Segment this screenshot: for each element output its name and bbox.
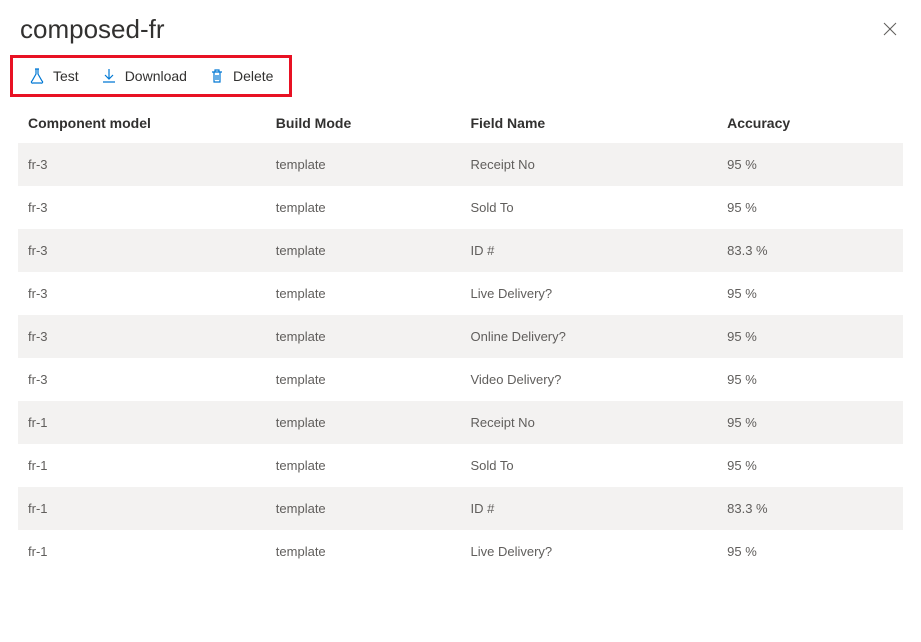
cell-component-model: fr-3 — [18, 143, 266, 186]
cell-accuracy: 95 % — [717, 272, 903, 315]
flask-icon — [29, 68, 45, 84]
panel-header: composed-fr — [0, 0, 921, 55]
close-button[interactable] — [879, 17, 901, 43]
cell-component-model: fr-3 — [18, 272, 266, 315]
cell-field-name: ID # — [460, 229, 717, 272]
download-button[interactable]: Download — [101, 68, 187, 84]
table-row[interactable]: fr-1templateReceipt No95 % — [18, 401, 903, 444]
cell-accuracy: 95 % — [717, 401, 903, 444]
cell-field-name: Live Delivery? — [460, 530, 717, 573]
delete-button[interactable]: Delete — [209, 68, 273, 84]
table-row[interactable]: fr-3templateOnline Delivery?95 % — [18, 315, 903, 358]
cell-accuracy: 95 % — [717, 186, 903, 229]
cell-build-mode: template — [266, 358, 461, 401]
table-row[interactable]: fr-3templateID #83.3 % — [18, 229, 903, 272]
cell-accuracy: 95 % — [717, 530, 903, 573]
cell-build-mode: template — [266, 444, 461, 487]
col-accuracy[interactable]: Accuracy — [717, 103, 903, 143]
cell-field-name: Live Delivery? — [460, 272, 717, 315]
cell-build-mode: template — [266, 143, 461, 186]
cell-component-model: fr-3 — [18, 229, 266, 272]
cell-component-model: fr-3 — [18, 186, 266, 229]
cell-build-mode: template — [266, 530, 461, 573]
delete-label: Delete — [233, 68, 273, 84]
cell-component-model: fr-1 — [18, 401, 266, 444]
cell-field-name: Online Delivery? — [460, 315, 717, 358]
col-build-mode[interactable]: Build Mode — [266, 103, 461, 143]
close-icon — [883, 22, 897, 36]
cell-accuracy: 83.3 % — [717, 229, 903, 272]
cell-build-mode: template — [266, 272, 461, 315]
table-row[interactable]: fr-3templateLive Delivery?95 % — [18, 272, 903, 315]
download-label: Download — [125, 68, 187, 84]
cell-accuracy: 95 % — [717, 315, 903, 358]
cell-component-model: fr-1 — [18, 530, 266, 573]
cell-component-model: fr-1 — [18, 487, 266, 530]
cell-field-name: Receipt No — [460, 401, 717, 444]
table-container: Component model Build Mode Field Name Ac… — [0, 103, 921, 633]
cell-accuracy: 95 % — [717, 444, 903, 487]
table-row[interactable]: fr-3templateReceipt No95 % — [18, 143, 903, 186]
cell-build-mode: template — [266, 487, 461, 530]
cell-field-name: ID # — [460, 487, 717, 530]
download-icon — [101, 68, 117, 84]
cell-accuracy: 95 % — [717, 143, 903, 186]
page-title: composed-fr — [20, 14, 165, 45]
table-row[interactable]: fr-1templateID #83.3 % — [18, 487, 903, 530]
trash-icon — [209, 68, 225, 84]
table-row[interactable]: fr-1templateSold To95 % — [18, 444, 903, 487]
table-row[interactable]: fr-3templateVideo Delivery?95 % — [18, 358, 903, 401]
col-component-model[interactable]: Component model — [18, 103, 266, 143]
cell-field-name: Receipt No — [460, 143, 717, 186]
table-scroll[interactable]: Component model Build Mode Field Name Ac… — [18, 103, 903, 633]
cell-build-mode: template — [266, 401, 461, 444]
toolbar: Test Download Delete — [10, 55, 292, 97]
test-label: Test — [53, 68, 79, 84]
test-button[interactable]: Test — [29, 68, 79, 84]
cell-accuracy: 95 % — [717, 358, 903, 401]
cell-build-mode: template — [266, 315, 461, 358]
cell-build-mode: template — [266, 186, 461, 229]
cell-build-mode: template — [266, 229, 461, 272]
table-row[interactable]: fr-1templateLive Delivery?95 % — [18, 530, 903, 573]
cell-field-name: Sold To — [460, 186, 717, 229]
col-field-name[interactable]: Field Name — [460, 103, 717, 143]
cell-component-model: fr-1 — [18, 444, 266, 487]
component-table: Component model Build Mode Field Name Ac… — [18, 103, 903, 573]
table-header-row: Component model Build Mode Field Name Ac… — [18, 103, 903, 143]
cell-component-model: fr-3 — [18, 358, 266, 401]
toolbar-highlight: Test Download Delete — [0, 55, 921, 103]
cell-component-model: fr-3 — [18, 315, 266, 358]
cell-field-name: Sold To — [460, 444, 717, 487]
cell-field-name: Video Delivery? — [460, 358, 717, 401]
cell-accuracy: 83.3 % — [717, 487, 903, 530]
table-row[interactable]: fr-3templateSold To95 % — [18, 186, 903, 229]
